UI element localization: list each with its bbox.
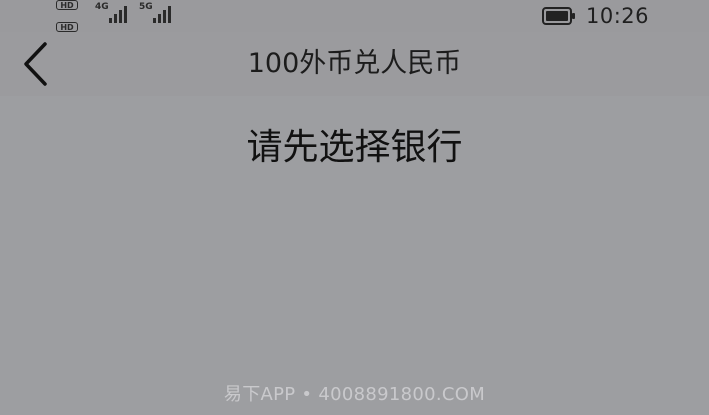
- network-label-4g: 4G: [95, 2, 109, 12]
- hd-badge: HD: [56, 0, 78, 10]
- title-bar: 100外币兑人民币: [0, 32, 709, 96]
- status-indicators-right: 10:26: [541, 4, 649, 28]
- battery-full-icon: [541, 7, 575, 25]
- hd-badge: HD: [56, 22, 78, 32]
- status-indicators-left: HD HD 4G 5G: [56, 0, 186, 32]
- signal-bars-icon: [153, 6, 171, 23]
- network-label-5g: 5G: [139, 2, 153, 12]
- status-bar: HD HD 4G 5G 10:26: [0, 0, 709, 32]
- watermark-text: 易下APP • 4008891800.COM: [223, 384, 486, 405]
- empty-state-message: 请先选择银行: [246, 127, 463, 168]
- signal-bars-icon: [109, 6, 127, 23]
- status-time: 10:26: [585, 4, 649, 28]
- page-title: 100外币兑人民币: [247, 48, 462, 79]
